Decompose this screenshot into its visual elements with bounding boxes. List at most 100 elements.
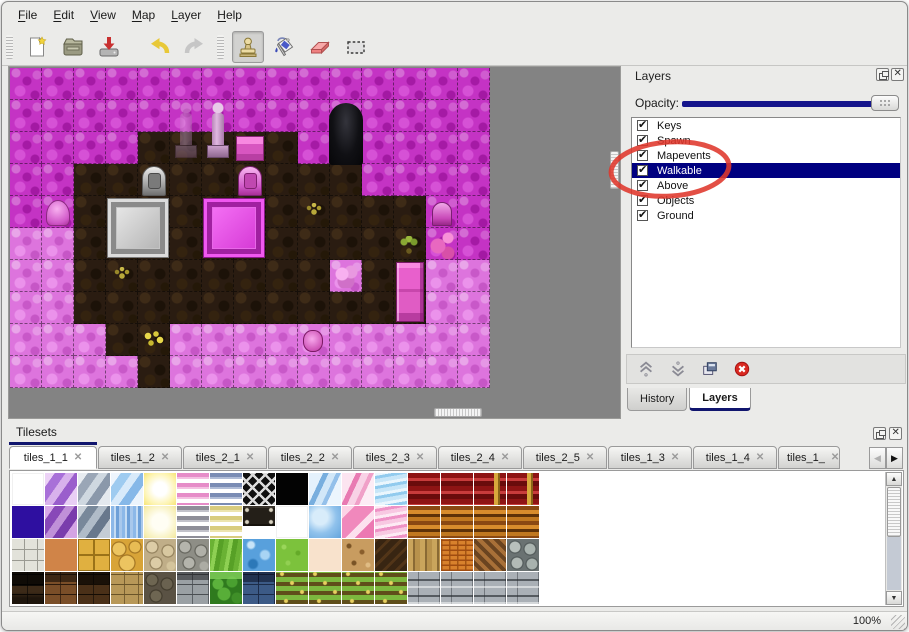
tileset-tile-white[interactable] (276, 506, 308, 538)
map-canvas[interactable] (10, 68, 609, 407)
map-tile[interactable] (74, 100, 106, 132)
map-tile[interactable] (42, 164, 74, 196)
tileset-tile-farm[interactable] (375, 572, 407, 604)
tileset-tile-logs[interactable] (474, 506, 506, 538)
scrollbar-thumb[interactable] (887, 487, 901, 537)
float-panel-icon[interactable] (873, 427, 886, 440)
opacity-slider-handle[interactable] (871, 95, 899, 111)
tileset-tile-curtain-red[interactable] (408, 473, 440, 505)
layer-row-keys[interactable]: Keys (632, 118, 900, 133)
close-tab-icon[interactable]: ✕ (501, 452, 509, 463)
map-tile[interactable] (394, 68, 426, 100)
map-tile[interactable] (266, 292, 298, 324)
map-tile[interactable] (458, 356, 490, 388)
map-tile[interactable] (170, 292, 202, 324)
map-tile[interactable] (106, 100, 138, 132)
layer-row-walkable[interactable]: Walkable (632, 163, 900, 178)
map-tile[interactable] (458, 260, 490, 292)
close-tab-icon[interactable]: ✕ (586, 452, 594, 463)
tileset-tile-brick-tan[interactable] (111, 572, 143, 604)
map-tile[interactable] (266, 132, 298, 164)
close-panel-icon[interactable] (889, 427, 902, 440)
tileset-tile-stripes-gray[interactable] (177, 506, 209, 538)
map-tile[interactable] (10, 324, 42, 356)
tileset-tab-tiles_2_3[interactable]: tiles_2_3 ✕ (353, 446, 437, 469)
tileset-tile-stripes-blue[interactable] (210, 473, 242, 505)
map-tile[interactable] (74, 228, 106, 260)
map-tile[interactable] (266, 260, 298, 292)
tileset-tab-tiles_2_5[interactable]: tiles_2_5 ✕ (523, 446, 607, 469)
map-vertical-scrollbar[interactable] (609, 67, 620, 406)
map-tile[interactable] (74, 196, 106, 228)
tileset-tile-logs[interactable] (408, 506, 440, 538)
tileset-tile-glow-yellow[interactable] (144, 473, 176, 505)
map-tile[interactable] (330, 292, 362, 324)
scroll-up-icon[interactable]: ▲ (886, 472, 902, 486)
map-tile[interactable] (330, 356, 362, 388)
map-tile[interactable] (298, 132, 330, 164)
map-tile[interactable] (42, 356, 74, 388)
map-tile[interactable] (426, 324, 458, 356)
map-tile[interactable] (170, 356, 202, 388)
map-tile[interactable] (10, 228, 42, 260)
map-tile[interactable] (298, 100, 330, 132)
map-tile[interactable] (106, 324, 138, 356)
open-file-icon[interactable] (57, 31, 89, 63)
tileset-tile-curtain-red[interactable] (441, 473, 473, 505)
map-tile[interactable] (458, 68, 490, 100)
map-tile[interactable] (362, 292, 394, 324)
fill-tool-icon[interactable] (268, 31, 300, 63)
map-tile[interactable] (266, 100, 298, 132)
map-tile[interactable] (362, 228, 394, 260)
menu-item-edit[interactable]: Edit (45, 5, 82, 25)
tileset-tile-planks-gray[interactable] (408, 572, 440, 604)
map-tile[interactable] (234, 100, 266, 132)
dock-tab-layers[interactable]: Layers (689, 388, 751, 411)
tileset-tile-indigo[interactable] (12, 506, 44, 538)
map-tile[interactable] (10, 132, 42, 164)
map-tile[interactable] (106, 132, 138, 164)
tileset-tile-waves-pink[interactable] (375, 506, 407, 538)
select-tool-icon[interactable] (340, 31, 372, 63)
map-tile[interactable] (42, 100, 74, 132)
map-tile[interactable] (362, 132, 394, 164)
map-tile[interactable] (74, 68, 106, 100)
close-tab-icon[interactable]: ✕ (756, 452, 764, 463)
tileset-tile-farm[interactable] (276, 572, 308, 604)
map-tile[interactable] (138, 68, 170, 100)
tileset-tab-tiles_2_1[interactable]: tiles_2_1 ✕ (183, 446, 267, 469)
map-tile[interactable] (298, 356, 330, 388)
map-tile[interactable] (42, 260, 74, 292)
map-tile[interactable] (170, 260, 202, 292)
duplicate-layer-button[interactable] (697, 357, 723, 381)
tileset-tile-brick-brown[interactable] (45, 572, 77, 604)
tileset-tab-tiles_1_1[interactable]: tiles_1_1 ✕ (9, 446, 97, 469)
map-tile[interactable] (426, 356, 458, 388)
layer-row-mapevents[interactable]: Mapevents (632, 148, 900, 163)
tileset-tab-tiles_2_4[interactable]: tiles_2_4 ✕ (438, 446, 522, 469)
map-tile[interactable] (330, 228, 362, 260)
undo-icon[interactable] (143, 31, 175, 63)
tileset-tile-glass-pink-diag[interactable] (342, 473, 374, 505)
tileset-tile-farm[interactable] (309, 572, 341, 604)
map-tile[interactable] (330, 68, 362, 100)
map-tile[interactable] (458, 292, 490, 324)
map-tile[interactable] (266, 196, 298, 228)
map-tile[interactable] (266, 356, 298, 388)
map-tile[interactable] (42, 228, 74, 260)
tileset-tile-cobble-beige[interactable] (144, 539, 176, 571)
stamp-tool-icon[interactable] (232, 30, 264, 63)
map-tile[interactable] (74, 260, 106, 292)
tileset-tile-glass-purple-dark[interactable] (45, 506, 77, 538)
tileset-tile-dirt-dots[interactable] (342, 539, 374, 571)
close-tab-icon[interactable]: ✕ (161, 452, 169, 463)
tileset-tile-logs[interactable] (441, 506, 473, 538)
tileset-tile-glass-purple[interactable] (45, 473, 77, 505)
menu-item-map[interactable]: Map (124, 5, 163, 25)
tileset-tile-peach[interactable] (309, 539, 341, 571)
layer-visibility-checkbox[interactable] (637, 178, 648, 191)
tileset-tile-brick-gray[interactable] (177, 572, 209, 604)
tileset-tile-stone-gold[interactable] (111, 539, 143, 571)
tileset-tile-stripes-pink[interactable] (177, 473, 209, 505)
map-tile[interactable] (170, 68, 202, 100)
